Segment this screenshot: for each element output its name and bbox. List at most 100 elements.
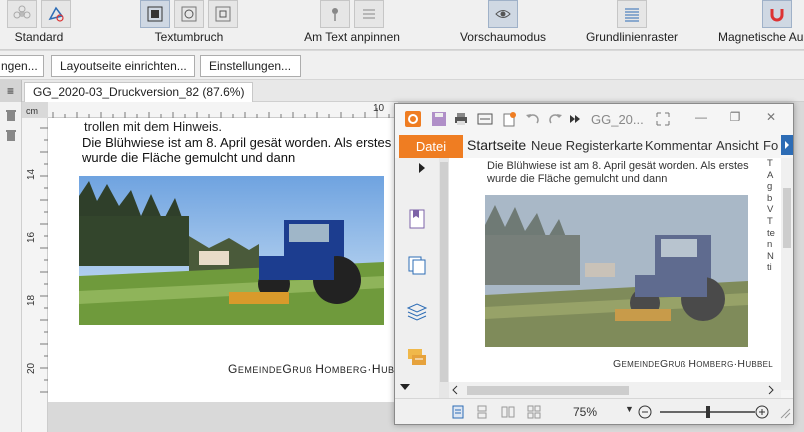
text-lines-icon — [363, 9, 375, 19]
zoom-value[interactable]: 75% — [573, 405, 597, 419]
sidebar-scrollbar[interactable] — [439, 158, 449, 398]
document-canvas[interactable]: trollen mit dem Hinweis. Die Blühwiese i… — [48, 118, 401, 432]
layout-page-setup-button[interactable]: Layoutseite einrichten... — [51, 55, 195, 77]
document-tab-strip: ≡ GG_2020-03_Druckversion_82 (87.6%) — [0, 80, 804, 102]
footer-char: G — [228, 362, 238, 376]
viewer-content[interactable]: Die Blühwiese ist am 8. April gesät word… — [449, 158, 781, 390]
vertical-ruler: 14 16 18 20 — [22, 118, 48, 432]
edit-shape-button[interactable] — [41, 0, 71, 28]
ribbon: Standard Textumbruch Am Text anpinnen Vo… — [0, 0, 804, 50]
trash-icon[interactable] — [4, 108, 18, 122]
wrap-tight-icon — [181, 6, 197, 22]
wrap-none-icon — [215, 6, 231, 22]
viewer-titlebar[interactable]: GG_20... — ❐ ✕ — [395, 104, 793, 134]
zoom-dropdown-icon[interactable]: ▼ — [625, 404, 634, 414]
scan-icon[interactable] — [477, 111, 493, 127]
save-icon[interactable] — [431, 111, 447, 127]
zoom-out-icon[interactable] — [638, 405, 652, 419]
redo-icon[interactable] — [547, 111, 563, 127]
viewer-menu-bar: Datei Startseite Neue Registerkarte Komm… — [395, 134, 793, 158]
ruler-ticks — [52, 108, 390, 118]
column-fragment: T — [767, 215, 773, 227]
magnet-icon — [770, 9, 784, 22]
wrap-none-button[interactable] — [208, 0, 238, 28]
pin-text-button[interactable] — [354, 0, 384, 28]
ruler-label-18: 18 — [26, 294, 37, 306]
magnetic-button[interactable] — [762, 0, 792, 28]
column-fragment: T — [767, 158, 773, 169]
menu-startseite[interactable]: Startseite — [467, 137, 526, 153]
trash-icon-2[interactable] — [4, 128, 18, 142]
zoom-slider-thumb[interactable] — [705, 406, 710, 418]
app-logo-icon — [405, 111, 421, 127]
footer-char: H — [371, 362, 382, 376]
bookmark-icon[interactable] — [406, 208, 428, 230]
horizontal-ruler — [48, 102, 398, 118]
wrap-square-button[interactable] — [140, 0, 170, 28]
tab-menu-icon[interactable]: ≡ — [0, 80, 22, 102]
sidebar-scroll-thumb[interactable] — [440, 162, 448, 382]
column-fragment: A — [767, 169, 774, 181]
viewer-title: GG_20... — [591, 112, 644, 127]
document-tab[interactable]: GG_2020-03_Druckversion_82 (87.6%) — [24, 82, 254, 102]
resize-grip-icon[interactable] — [777, 405, 791, 419]
restore-icon[interactable]: ❐ — [726, 110, 744, 126]
standard-shape-button[interactable] — [7, 0, 37, 28]
page-paragraph[interactable]: Die Blühwiese ist am 8. April gesät word… — [82, 135, 412, 165]
two-page-icon[interactable] — [501, 405, 515, 419]
scroll-down-icon[interactable] — [399, 382, 411, 392]
vertical-scrollbar[interactable] — [781, 158, 793, 390]
horizontal-scroll-thumb[interactable] — [467, 386, 629, 395]
fullscreen-icon[interactable] — [655, 111, 671, 127]
menu-ansicht[interactable]: Ansicht — [716, 138, 759, 153]
group-preview: Vorschaumodus — [450, 0, 556, 50]
group-label-pin: Am Text anpinnen — [304, 30, 400, 44]
new-document-icon[interactable] — [501, 111, 517, 127]
tractor-photo[interactable] — [79, 176, 384, 325]
document-page[interactable]: trollen mit dem Hinweis. Die Blühwiese i… — [48, 118, 401, 402]
horizontal-scrollbar[interactable] — [449, 382, 781, 398]
cut-off-button[interactable]: ngen... — [0, 55, 44, 77]
pages-icon[interactable] — [406, 254, 428, 276]
baseline-grid-button[interactable] — [617, 0, 647, 28]
pin-icon — [332, 8, 338, 21]
column-fragment: ti — [767, 262, 772, 274]
chevron-right-icon — [785, 141, 789, 149]
scroll-left-icon[interactable] — [451, 385, 459, 395]
print-icon[interactable] — [453, 111, 469, 127]
expand-sidebar-icon[interactable] — [417, 162, 427, 174]
close-icon[interactable]: ✕ — [762, 110, 780, 126]
menu-kommentar[interactable]: Kommentar — [645, 138, 712, 153]
preview-mode-button[interactable] — [488, 0, 518, 28]
column-fragment: b — [767, 192, 773, 204]
column-fragment: g — [767, 181, 773, 193]
column-fragment: V — [767, 204, 774, 216]
footer-small: RUß — [668, 360, 689, 369]
footer-char: G — [660, 358, 669, 370]
shape-edit-icon — [48, 6, 64, 22]
undo-icon[interactable] — [525, 111, 541, 127]
comments-icon[interactable] — [406, 346, 428, 368]
settings-button[interactable]: Einstellungen... — [200, 55, 301, 77]
pdf-viewer-window[interactable]: GG_20... — ❐ ✕ Datei Startseite Neue Reg… — [394, 103, 794, 425]
wrap-tight-button[interactable] — [174, 0, 204, 28]
two-page-continuous-icon[interactable] — [527, 405, 541, 419]
menu-neue-registerkarte[interactable]: Neue Registerkarte — [531, 138, 643, 153]
more-tools-icon[interactable] — [567, 111, 583, 127]
page-footer: GEMEINDEGRUß HOMBERG·HUBE — [228, 362, 401, 376]
group-label-magnetic: Magnetische Au — [718, 30, 804, 44]
zoom-in-icon[interactable] — [755, 405, 769, 419]
vertical-scroll-thumb[interactable] — [783, 188, 791, 248]
menu-fo[interactable]: Fo — [763, 138, 778, 153]
minimize-icon[interactable]: — — [692, 110, 710, 126]
ruler-unit: cm — [26, 106, 38, 116]
menu-next-button[interactable] — [781, 135, 793, 155]
single-page-icon[interactable] — [451, 405, 465, 419]
layers-icon[interactable] — [406, 300, 428, 322]
viewer-status-bar: 75% ▼ — [395, 398, 793, 424]
menu-file[interactable]: Datei — [399, 135, 463, 158]
continuous-page-icon[interactable] — [475, 405, 489, 419]
scroll-right-icon[interactable] — [767, 385, 775, 395]
pin-button[interactable] — [320, 0, 350, 28]
footer-char: H — [315, 362, 325, 376]
